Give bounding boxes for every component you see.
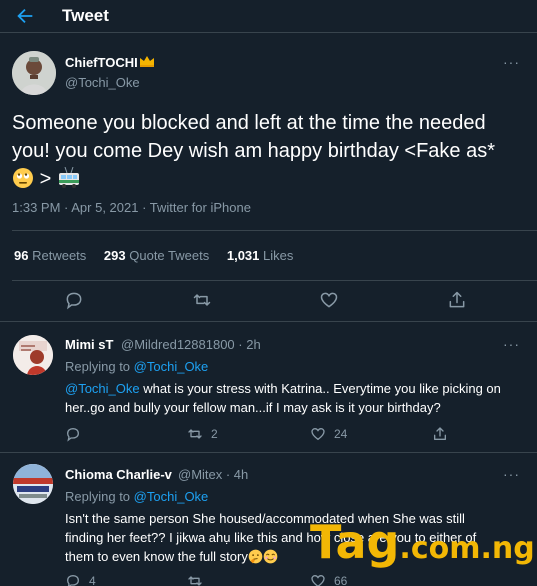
reply-action-like[interactable]: 24 (310, 426, 347, 444)
page-title: Tweet (62, 6, 109, 25)
more-options-icon[interactable]: ··· (503, 336, 520, 352)
reply-action-reply[interactable]: 4 (65, 573, 96, 586)
watermark-logo: Tag.com.ng (310, 515, 535, 569)
retweet-icon (188, 429, 202, 439)
reply-action-retweet[interactable] (187, 573, 211, 586)
mention-link[interactable]: @Tochi_Oke (65, 381, 140, 396)
tweet-text: Someone you blocked and left at the time… (12, 112, 496, 190)
reply-icon (66, 574, 80, 586)
divider (12, 280, 537, 281)
reply-handle-time[interactable]: @Mildred12881800 · 2h (121, 337, 261, 352)
top-bar: Tweet (0, 0, 537, 33)
quote-tweets-stat[interactable]: 293 Quote Tweets (104, 248, 209, 263)
reply-action-reply[interactable] (65, 426, 89, 444)
divider (12, 230, 537, 231)
replying-to: Replying to @Tochi_Oke (65, 489, 209, 504)
reply-author-name[interactable]: Mimi sT (65, 337, 113, 352)
reply-icon[interactable] (64, 290, 84, 310)
main-tweet: ChiefTOCHI @Tochi_Oke ··· Someone you bl… (0, 34, 537, 322)
reply-avatar[interactable] (13, 335, 53, 375)
likes-stat[interactable]: 1,031 Likes (227, 248, 294, 263)
tweet-actions (0, 290, 537, 312)
share-icon[interactable] (447, 290, 467, 310)
reply-icon (66, 427, 80, 442)
author-avatar[interactable] (12, 51, 56, 95)
reply-avatar[interactable] (13, 464, 53, 504)
reply-action-like[interactable]: 66 (310, 573, 347, 586)
back-arrow-icon[interactable] (14, 5, 36, 27)
like-heart-icon (311, 574, 325, 586)
reply-handle-time[interactable]: @Mitex · 4h (178, 467, 248, 482)
reply-action-share[interactable] (432, 426, 456, 444)
smiling-face-emoji-icon (263, 549, 278, 564)
replying-to: Replying to @Tochi_Oke (65, 359, 209, 374)
like-heart-icon (311, 427, 325, 441)
like-heart-icon[interactable] (319, 290, 339, 310)
reply-text: @Tochi_Oke what is your stress with Katr… (65, 381, 501, 415)
reply-author-name[interactable]: Chioma Charlie-v (65, 467, 172, 482)
retweets-stat[interactable]: 96 Retweets (14, 248, 86, 263)
share-icon (434, 427, 446, 440)
crown-emoji-icon (139, 55, 155, 70)
tweet-stats: 96 Retweets 293 Quote Tweets 1,031 Likes (14, 248, 307, 263)
retweet-icon (188, 576, 202, 586)
thinking-face-emoji-icon (248, 549, 263, 564)
author-handle[interactable]: @Tochi_Oke (65, 75, 140, 90)
more-options-icon[interactable]: ··· (503, 466, 520, 482)
replying-to-link[interactable]: @Tochi_Oke (134, 489, 209, 504)
reply-tweet[interactable]: Mimi sT @Mildred12881800 · 2h ··· Replyi… (0, 323, 537, 453)
tweet-timestamp[interactable]: 1:33 PM · Apr 5, 2021 · Twitter for iPho… (12, 200, 251, 215)
reply-action-retweet[interactable]: 2 (187, 426, 218, 444)
more-options-icon[interactable]: ··· (503, 54, 520, 70)
rolling-eyes-emoji-icon (12, 167, 34, 189)
replying-to-link[interactable]: @Tochi_Oke (134, 359, 209, 374)
author-name[interactable]: ChiefTOCHI (65, 55, 155, 70)
trolleybus-emoji-icon (57, 166, 79, 189)
retweet-icon[interactable] (192, 290, 212, 310)
